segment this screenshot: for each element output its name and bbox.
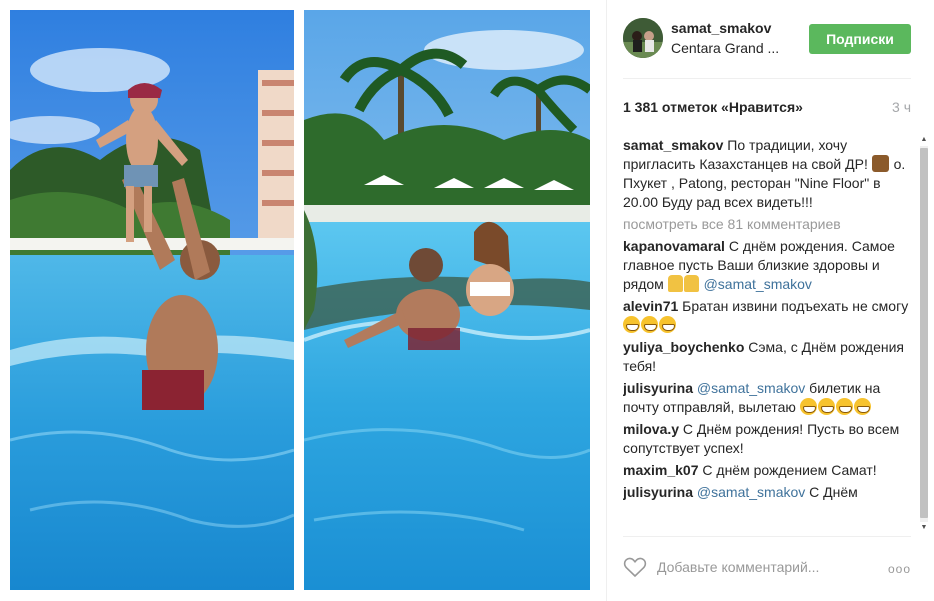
laughing-face-icon — [641, 316, 658, 333]
comment-item: alevin71 Братан извини подъехать не смог… — [623, 297, 909, 335]
comment-text: Братан извини подъехать не смогу — [682, 298, 909, 314]
follow-button[interactable]: Подписки — [809, 24, 911, 54]
add-comment-bar: ooo — [623, 556, 911, 580]
view-all-comments-link[interactable]: посмотреть все 81 комментариев — [623, 215, 909, 234]
comment-mention[interactable]: @samat_smakov — [697, 380, 805, 396]
photo-couple-in-pool[interactable] — [304, 10, 590, 590]
comment-mention[interactable]: @samat_smakov — [697, 484, 805, 500]
comment-username[interactable]: yuliya_boychenko — [623, 339, 744, 355]
comment-username[interactable]: kapanovamaral — [623, 238, 725, 254]
comment-item: milova.y С Днём рождения! Пусть во всем … — [623, 420, 909, 458]
comment-item: yuliya_boychenko Сэма, с Днём рождения т… — [623, 338, 909, 376]
post-media — [0, 0, 600, 601]
laughing-face-icon — [817, 398, 835, 415]
comments-list[interactable]: samat_smakov По традиции, хочу пригласит… — [623, 136, 909, 534]
caption-username[interactable]: samat_smakov — [623, 137, 723, 153]
scroll-down-arrow-icon[interactable]: ▼ — [920, 524, 928, 532]
comment-username[interactable]: milova.y — [623, 421, 679, 437]
laughing-face-icon — [853, 398, 871, 415]
avatar[interactable] — [623, 18, 663, 58]
more-options-icon[interactable]: ooo — [888, 562, 911, 576]
post-sidebar: samat_smakov Centara Grand ... Подписки … — [606, 0, 934, 601]
comment-text: С днём рождением Самат! — [702, 462, 877, 478]
caption: samat_smakov По традиции, хочу пригласит… — [623, 136, 909, 212]
laughing-face-icon — [835, 398, 853, 415]
comment-mention[interactable]: @samat_smakov — [704, 276, 812, 292]
comment-item: julisyurina @samat_smakov билетик на поч… — [623, 379, 909, 417]
post-location[interactable]: Centara Grand ... — [671, 40, 791, 56]
comment-item: julisyurina @samat_smakov С Днём — [623, 483, 909, 502]
comment-username[interactable]: alevin71 — [623, 298, 678, 314]
post-timestamp[interactable]: 3 ч — [892, 99, 911, 115]
comment-item: maxim_k07 С днём рождением Самат! — [623, 461, 909, 480]
praying-hands-icon — [667, 275, 683, 292]
comment-input[interactable] — [657, 556, 877, 578]
laughing-face-icon — [799, 398, 817, 415]
praying-hands-icon — [683, 275, 699, 292]
scroll-thumb[interactable] — [920, 148, 928, 518]
comment-item: kapanovamaral С днём рождения. Самое гла… — [623, 237, 909, 294]
heart-icon[interactable] — [623, 556, 647, 578]
comment-username[interactable]: julisyurina — [623, 484, 693, 500]
comment-username[interactable]: julisyurina — [623, 380, 693, 396]
post-header: samat_smakov Centara Grand ... Подписки — [623, 14, 919, 68]
comment-username[interactable]: maxim_k07 — [623, 462, 699, 478]
comments-scrollbar[interactable]: ▲ ▼ — [917, 136, 929, 532]
cake-icon — [871, 155, 889, 172]
likes-row: 1 381 отметок «Нравится» 3 ч — [623, 99, 911, 117]
post-username[interactable]: samat_smakov — [671, 20, 771, 36]
laughing-face-icon — [623, 316, 640, 333]
footer-divider — [623, 536, 911, 537]
scroll-up-arrow-icon[interactable]: ▲ — [920, 136, 928, 144]
laughing-face-icon — [659, 316, 676, 333]
comment-text: С Днём — [809, 484, 858, 500]
photo-father-throwing-child[interactable] — [10, 10, 294, 590]
header-divider — [623, 78, 911, 79]
likes-count[interactable]: 1 381 отметок «Нравится» — [623, 99, 803, 115]
